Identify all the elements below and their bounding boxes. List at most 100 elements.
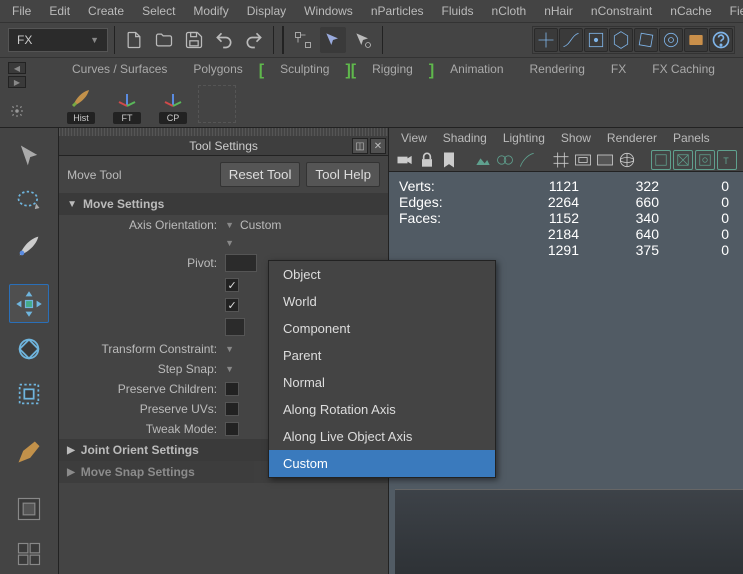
save-scene-icon[interactable] [181, 27, 207, 53]
shelf-tab-polygons[interactable]: Polygons [181, 58, 254, 80]
menu-ncache[interactable]: nCache [662, 1, 719, 21]
shelf-scroll-left-icon[interactable]: ◀ [8, 62, 26, 74]
dock-icon[interactable]: ◫ [352, 138, 368, 154]
gate-mask-icon[interactable] [595, 150, 615, 170]
chevron-down-icon[interactable]: ▼ [225, 364, 234, 374]
axis-option-live-axis[interactable]: Along Live Object Axis [269, 423, 495, 450]
lock-camera-icon[interactable] [417, 150, 437, 170]
film-gate-icon[interactable] [495, 150, 515, 170]
shelf-scroll-right-icon[interactable]: ▶ [8, 76, 26, 88]
film-back-icon[interactable] [573, 150, 593, 170]
make-live-icon[interactable] [659, 28, 683, 52]
redo-icon[interactable] [241, 27, 267, 53]
preserve-uvs-checkbox[interactable] [225, 402, 239, 416]
chevron-down-icon[interactable]: ▼ [225, 238, 234, 248]
box-field[interactable] [225, 318, 245, 336]
menu-modify[interactable]: Modify [185, 1, 236, 21]
lasso-tool[interactable] [9, 181, 49, 220]
shelf-tab-rigging[interactable]: Rigging [360, 58, 425, 80]
vp-menu-lighting[interactable]: Lighting [497, 129, 551, 147]
menu-edit[interactable]: Edit [41, 1, 78, 21]
tweak-mode-checkbox[interactable] [225, 422, 239, 436]
chevron-down-icon[interactable]: ▼ [225, 344, 234, 354]
undo-icon[interactable] [211, 27, 237, 53]
snap-projected-icon[interactable] [609, 28, 633, 52]
snap-grid-icon[interactable] [534, 28, 558, 52]
shelf-gear-icon[interactable] [8, 102, 26, 120]
vp-menu-view[interactable]: View [395, 129, 433, 147]
vp-menu-show[interactable]: Show [555, 129, 597, 147]
layout-single-icon[interactable] [9, 489, 49, 528]
menu-fields[interactable]: Fiel [722, 1, 743, 21]
snap-curve-icon[interactable] [559, 28, 583, 52]
shadows-icon[interactable]: T [717, 150, 737, 170]
shelf-tab-curves[interactable]: Curves / Surfaces [60, 58, 179, 80]
tool-help-button[interactable]: Tool Help [306, 162, 380, 187]
vp-menu-panels[interactable]: Panels [667, 129, 716, 147]
select-hierarchy-icon[interactable] [290, 27, 316, 53]
menu-fluids[interactable]: Fluids [434, 1, 482, 21]
new-scene-icon[interactable] [121, 27, 147, 53]
image-plane-icon[interactable] [473, 150, 493, 170]
menu-nconstraint[interactable]: nConstraint [583, 1, 660, 21]
axis-option-normal[interactable]: Normal [269, 369, 495, 396]
shelf-item-cp[interactable]: CP [152, 84, 194, 124]
axis-option-rotation-axis[interactable]: Along Rotation Axis [269, 396, 495, 423]
select-object-icon[interactable] [320, 27, 346, 53]
shelf-item-ft[interactable]: FT [106, 84, 148, 124]
workspace-selector[interactable]: FX ▼ [8, 28, 108, 52]
preserve-children-checkbox[interactable] [225, 382, 239, 396]
shelf-tab-animation[interactable]: Animation [438, 58, 515, 80]
help-icon[interactable] [709, 28, 733, 52]
open-scene-icon[interactable] [151, 27, 177, 53]
menu-file[interactable]: File [4, 1, 39, 21]
viewport-ground[interactable] [395, 489, 743, 574]
axis-orientation-dropdown[interactable]: ▼ Custom [225, 218, 380, 232]
shelf-item-hist[interactable]: Hist [60, 84, 102, 124]
close-icon[interactable]: ✕ [370, 138, 386, 154]
checkbox-1[interactable]: ✓ [225, 278, 239, 292]
snap-point-icon[interactable] [584, 28, 608, 52]
menu-nhair[interactable]: nHair [536, 1, 581, 21]
vp-menu-renderer[interactable]: Renderer [601, 129, 663, 147]
snap-plane-icon[interactable] [634, 28, 658, 52]
menu-nparticles[interactable]: nParticles [363, 1, 432, 21]
menu-windows[interactable]: Windows [296, 1, 361, 21]
reset-tool-button[interactable]: Reset Tool [220, 162, 301, 187]
checkbox-2[interactable]: ✓ [225, 298, 239, 312]
wireframe-icon[interactable] [617, 150, 637, 170]
move-tool[interactable] [9, 284, 49, 323]
select-component-icon[interactable] [350, 27, 376, 53]
move-settings-section[interactable]: ▼ Move Settings [59, 193, 388, 215]
last-tool[interactable] [9, 432, 49, 471]
shelf-tab-fx[interactable]: FX [599, 58, 638, 80]
pivot-field[interactable] [225, 254, 257, 272]
axis-option-parent[interactable]: Parent [269, 342, 495, 369]
rotate-tool[interactable] [9, 329, 49, 368]
axis-option-custom[interactable]: Custom [269, 450, 495, 477]
lights-icon[interactable] [695, 150, 715, 170]
resolution-gate-icon[interactable] [517, 150, 537, 170]
vp-menu-shading[interactable]: Shading [437, 129, 493, 147]
axis-option-object[interactable]: Object [269, 261, 495, 288]
menu-select[interactable]: Select [134, 1, 183, 21]
shelf-tab-sculpting[interactable]: Sculpting [268, 58, 341, 80]
layout-four-icon[interactable] [9, 535, 49, 574]
bookmark-icon[interactable] [439, 150, 459, 170]
menu-display[interactable]: Display [239, 1, 294, 21]
axis-option-component[interactable]: Component [269, 315, 495, 342]
menu-ncloth[interactable]: nCloth [484, 1, 535, 21]
render-icon[interactable] [684, 28, 708, 52]
shelf-tab-fxcaching[interactable]: FX Caching [640, 58, 727, 80]
shelf-empty-slot[interactable] [198, 85, 236, 123]
shaded-icon[interactable] [651, 150, 671, 170]
menu-create[interactable]: Create [80, 1, 132, 21]
axis-option-world[interactable]: World [269, 288, 495, 315]
paint-select-tool[interactable] [9, 227, 49, 266]
camera-icon[interactable] [395, 150, 415, 170]
textured-icon[interactable] [673, 150, 693, 170]
scale-tool[interactable] [9, 375, 49, 414]
select-tool[interactable] [9, 136, 49, 175]
grid-icon[interactable] [551, 150, 571, 170]
shelf-tab-rendering[interactable]: Rendering [518, 58, 597, 80]
